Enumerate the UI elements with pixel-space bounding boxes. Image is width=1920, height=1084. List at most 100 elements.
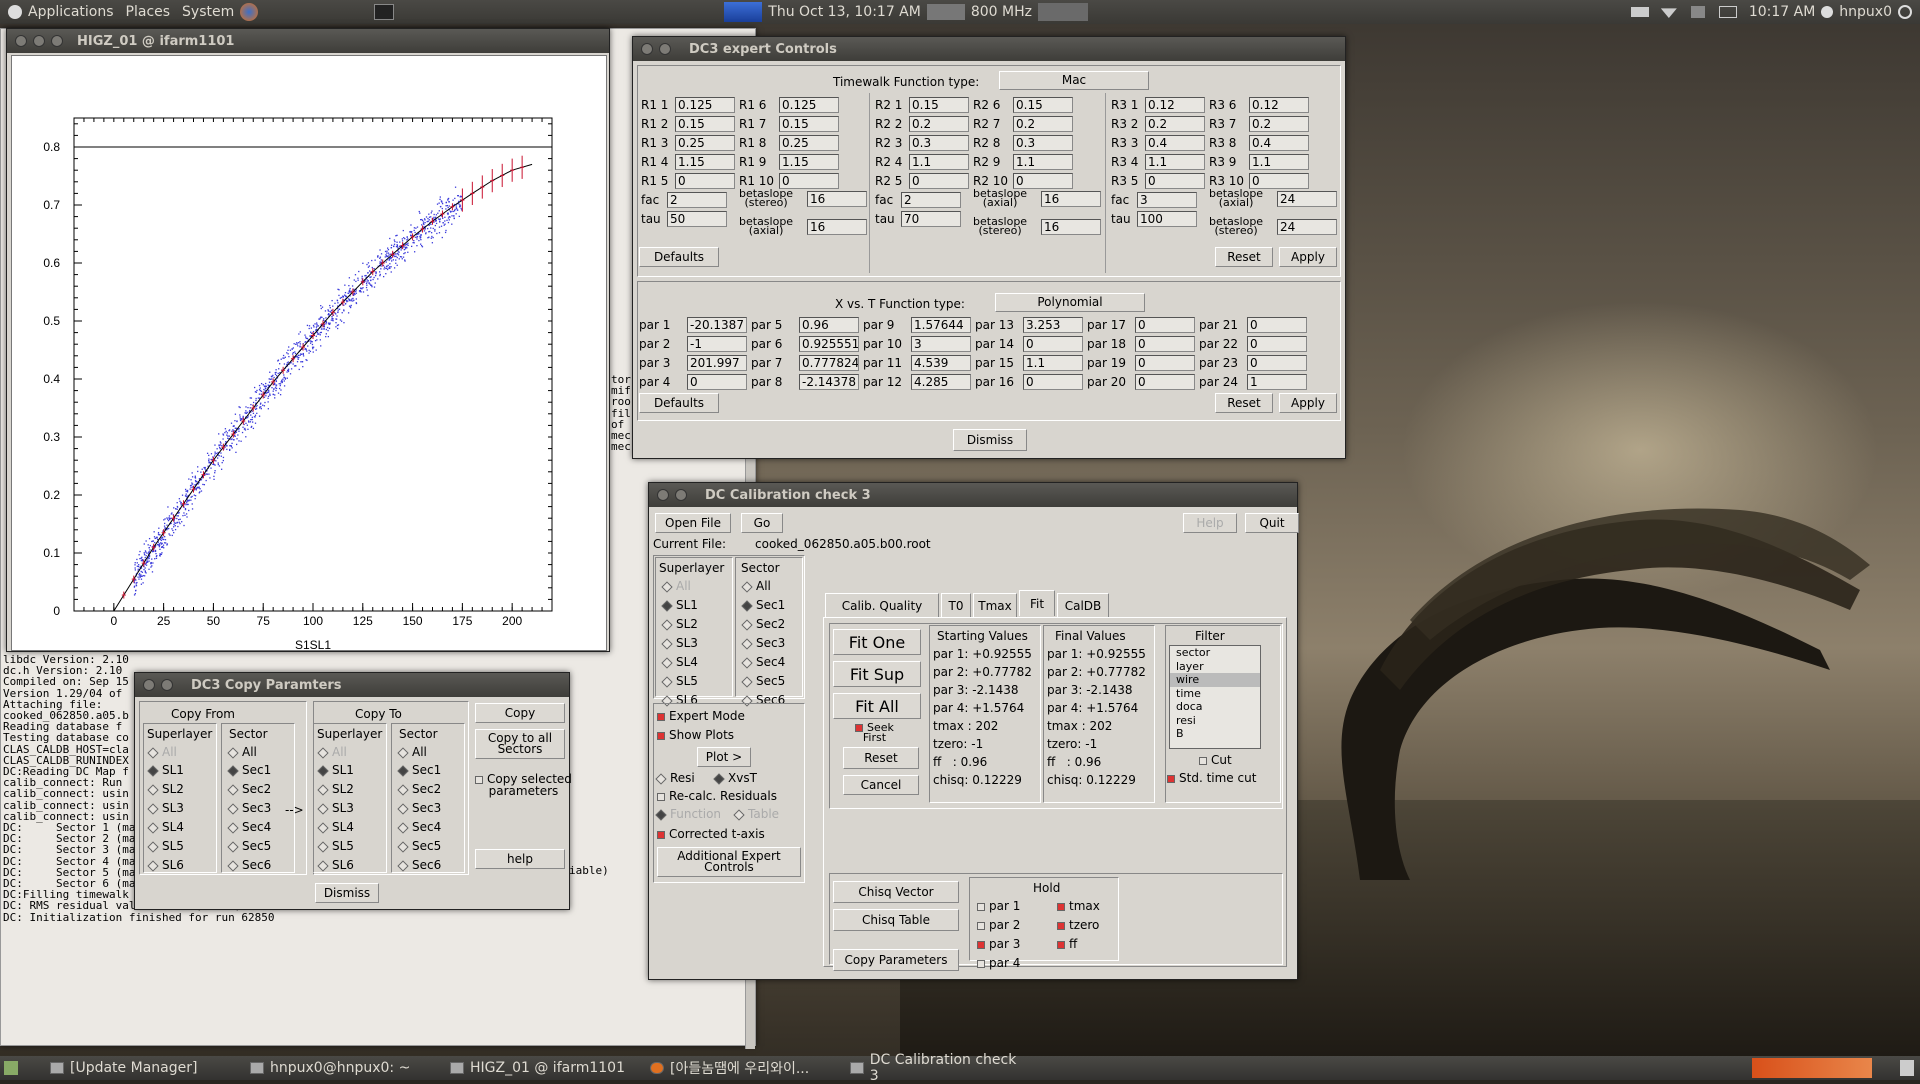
chisq-table-button[interactable]: Chisq Table (833, 909, 959, 931)
fac-input[interactable]: 2 (901, 192, 961, 208)
sector-option[interactable]: Sec4 (741, 655, 785, 669)
tab-fit[interactable]: Fit (1019, 590, 1055, 616)
superlayer-option-from[interactable]: SL1 (147, 763, 184, 777)
expert-mode-checkbox[interactable]: Expert Mode (657, 709, 745, 723)
superlayer-option[interactable]: SL4 (661, 655, 698, 669)
filter-item[interactable]: doca (1170, 700, 1260, 714)
param-input[interactable]: 1.1 (1249, 154, 1309, 170)
par-input[interactable]: 0 (687, 374, 747, 390)
par-input[interactable]: 0.96 (799, 317, 859, 333)
show-plots-checkbox[interactable]: Show Plots (657, 728, 734, 742)
hold-checkbox[interactable]: ff (1057, 937, 1077, 951)
param-input[interactable]: 1.1 (909, 154, 969, 170)
param-input[interactable]: 0.3 (909, 135, 969, 151)
applications-menu[interactable]: Applications (22, 4, 120, 20)
sec-all[interactable]: All (741, 579, 771, 593)
par-input[interactable]: 4.285 (911, 374, 971, 390)
system-menu[interactable]: System (176, 4, 240, 20)
sector-option-from[interactable]: Sec2 (227, 782, 271, 796)
trash-icon[interactable] (1900, 1060, 1914, 1076)
minimize-icon[interactable] (675, 489, 687, 501)
close-icon[interactable] (641, 43, 653, 55)
applet-icons[interactable] (1037, 3, 1088, 21)
filter-item[interactable]: time (1170, 687, 1260, 701)
param-input[interactable]: 1.15 (675, 154, 735, 170)
sl-all-to[interactable]: All (317, 745, 347, 759)
help-button[interactable]: Help (1183, 513, 1237, 533)
cpu-frequency[interactable]: 800 MHz (965, 4, 1038, 20)
par-input[interactable]: 0 (1247, 317, 1307, 333)
calib-titlebar[interactable]: DC Calibration check 3 (649, 483, 1297, 507)
sector-option-from[interactable]: Sec6 (227, 858, 271, 872)
param-input[interactable]: 1.15 (779, 154, 839, 170)
places-menu[interactable]: Places (120, 4, 177, 20)
xvst-type-menu[interactable]: Polynomial (995, 293, 1145, 312)
filter-item[interactable]: layer (1170, 660, 1260, 674)
betaslope-input[interactable]: 24 (1277, 219, 1337, 235)
sec-all-to[interactable]: All (397, 745, 427, 759)
dismiss-button[interactable]: Dismiss (315, 883, 379, 903)
weather-applet-icon[interactable] (724, 2, 763, 22)
par-input[interactable]: 3.253 (1023, 317, 1083, 333)
sector-option-from[interactable]: Sec1 (227, 763, 271, 777)
sector-option[interactable]: Sec2 (741, 617, 785, 631)
expert-titlebar[interactable]: DC3 expert Controls (633, 37, 1345, 61)
copy-button[interactable]: Copy (475, 703, 565, 723)
param-input[interactable]: 0.2 (909, 116, 969, 132)
superlayer-option-from[interactable]: SL2 (147, 782, 184, 796)
sector-option-to[interactable]: Sec2 (397, 782, 441, 796)
fit-one-button[interactable]: Fit One (833, 629, 921, 655)
close-icon[interactable] (143, 679, 155, 691)
param-input[interactable]: 0.15 (909, 97, 969, 113)
superlayer-option-from[interactable]: SL6 (147, 858, 184, 872)
fit-sup-button[interactable]: Fit Sup (833, 661, 921, 687)
param-input[interactable]: 0.15 (779, 116, 839, 132)
param-input[interactable]: 0.15 (1013, 97, 1073, 113)
copy-parameters-button[interactable]: Copy Parameters (833, 949, 959, 971)
higz-titlebar[interactable]: HIGZ_01 @ ifarm1101 (7, 29, 609, 53)
copy-titlebar[interactable]: DC3 Copy Paramters (135, 673, 569, 697)
superlayer-option-to[interactable]: SL6 (317, 858, 354, 872)
par-input[interactable]: -2.14378 (799, 374, 859, 390)
timewalk-type-menu[interactable]: Mac (999, 71, 1149, 90)
minimize-icon[interactable] (161, 679, 173, 691)
function-radio[interactable]: Function (655, 807, 721, 821)
betaslope-input[interactable]: 16 (1041, 191, 1101, 207)
task-dc-calibration[interactable]: DC Calibration check 3 (838, 1052, 1038, 1084)
par-input[interactable]: 0 (1135, 355, 1195, 371)
tau-input[interactable]: 50 (667, 211, 727, 227)
superlayer-option[interactable]: SL5 (661, 674, 698, 688)
par-input[interactable]: 0.925551 (799, 336, 859, 352)
par-input[interactable]: 0 (1247, 336, 1307, 352)
xvst-defaults-button[interactable]: Defaults (639, 393, 719, 413)
hold-checkbox[interactable]: par 2 (977, 918, 1020, 932)
power-icon[interactable] (1898, 5, 1912, 19)
sector-option-to[interactable]: Sec3 (397, 801, 441, 815)
xvst-radio[interactable]: XvsT (713, 771, 757, 785)
betaslope-input[interactable]: 16 (1041, 219, 1101, 235)
task-browser[interactable]: [아들놈땜에 우리와이... (638, 1057, 838, 1079)
show-desktop-icon[interactable] (4, 1061, 18, 1075)
sector-option-from[interactable]: Sec5 (227, 839, 271, 853)
par-input[interactable]: -1 (687, 336, 747, 352)
sl-all[interactable]: All (661, 579, 691, 593)
superlayer-option[interactable]: SL2 (661, 617, 698, 631)
additional-expert-controls-button[interactable]: Additional Expert Controls (657, 847, 801, 877)
timewalk-defaults-button[interactable]: Defaults (639, 247, 719, 267)
par-input[interactable]: 1.57644 (911, 317, 971, 333)
recalc-residuals-checkbox[interactable]: Re-calc. Residuals (657, 789, 777, 803)
tab-caldb[interactable]: CalDB (1057, 593, 1109, 617)
par-input[interactable]: 0 (1135, 374, 1195, 390)
sector-option-from[interactable]: Sec4 (227, 820, 271, 834)
quit-button[interactable]: Quit (1245, 513, 1299, 533)
corrected-t-axis-checkbox[interactable]: Corrected t-axis (657, 827, 765, 841)
param-input[interactable]: 0.25 (779, 135, 839, 151)
param-input[interactable]: 0 (1145, 173, 1205, 189)
mail-icon[interactable] (1718, 6, 1737, 18)
hold-checkbox[interactable]: tmax (1057, 899, 1100, 913)
hold-checkbox[interactable]: tzero (1057, 918, 1099, 932)
hold-checkbox[interactable]: par 4 (977, 956, 1020, 970)
param-input[interactable]: 0.125 (779, 97, 839, 113)
sector-option-from[interactable]: Sec3 (227, 801, 271, 815)
reset-button[interactable]: Reset (843, 747, 919, 769)
